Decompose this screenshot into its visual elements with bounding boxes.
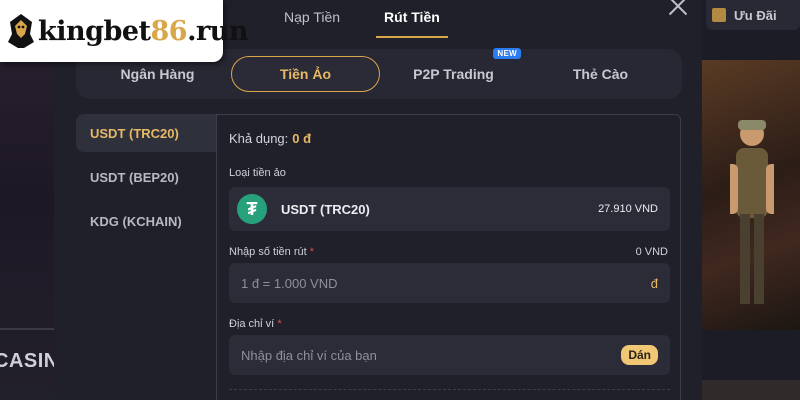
promo-bottom (700, 380, 800, 400)
required-mark: * (277, 318, 282, 330)
divider (0, 328, 60, 330)
tab-p2p-label: P2P Trading (413, 66, 494, 82)
required-mark: * (309, 246, 314, 258)
top-tabs: Nạp Tiền Rút Tiền (284, 0, 448, 38)
tab-crypto[interactable]: Tiền Ảo (231, 56, 380, 92)
new-badge: NEW (493, 48, 521, 59)
brand-main: kingbet (38, 15, 151, 47)
crypto-type-label: Loại tiền ảo (229, 167, 286, 179)
withdraw-form: Khả dụng: 0 đ Loại tiền ảo ₮ USDT (TRC20)… (216, 114, 681, 400)
amount-label-text: Nhập số tiền rút (229, 246, 307, 258)
casino-label: CASIN (0, 350, 59, 372)
promotions-button[interactable]: Ưu Đãi (706, 0, 800, 30)
amount-converted: 0 VND (635, 246, 668, 258)
tab-deposit[interactable]: Nạp Tiền (284, 0, 340, 38)
brand-logo[interactable]: kingbet86.run (0, 0, 248, 62)
lion-icon (6, 11, 36, 51)
currency-suffix: đ (650, 275, 658, 291)
sidebar-item-usdt-bep20[interactable]: USDT (BEP20) (76, 158, 216, 196)
soldier-figure (730, 120, 774, 304)
close-icon[interactable] (666, 0, 690, 18)
tab-scratch-card[interactable]: Thẻ Cào (527, 56, 674, 92)
tab-crypto-label: Tiền Ảo (279, 66, 332, 82)
promotions-label: Ưu Đãi (734, 7, 777, 23)
coin-name: USDT (TRC20) (281, 201, 370, 217)
wallet-label-text: Địa chỉ ví (229, 318, 275, 330)
brand-tail: .run (187, 15, 248, 47)
tab-bank-label: Ngân Hàng (120, 66, 195, 82)
gift-icon (712, 8, 726, 22)
balance-value: 0 đ (292, 131, 312, 146)
wallet-address-input[interactable] (241, 347, 622, 363)
divider (229, 389, 670, 390)
coin-rate: 27.910 VND (598, 203, 658, 215)
brand-accent: 86 (150, 15, 188, 47)
amount-label: Nhập số tiền rút * (229, 246, 314, 258)
brand-name: kingbet86.run (38, 16, 248, 47)
sidebar-item-usdt-trc20[interactable]: USDT (TRC20) (76, 114, 216, 152)
promo-banner[interactable] (700, 60, 800, 330)
amount-input[interactable] (241, 275, 651, 291)
tab-card-label: Thẻ Cào (572, 66, 629, 82)
tether-icon: ₮ (237, 194, 267, 224)
paste-button[interactable]: Dán (621, 345, 658, 365)
wallet-field: Dán (229, 335, 670, 375)
coin-sidebar: USDT (TRC20) USDT (BEP20) KDG (KCHAIN) (76, 114, 216, 246)
coin-selector[interactable]: ₮ USDT (TRC20) 27.910 VND (229, 187, 670, 231)
sidebar-item-kdg-kchain[interactable]: KDG (KCHAIN) (76, 202, 216, 240)
wallet-label: Địa chỉ ví * (229, 318, 282, 330)
tab-p2p-trading[interactable]: P2P Trading NEW (380, 48, 527, 92)
balance-display: Khả dụng: 0 đ (229, 131, 311, 146)
tab-withdraw[interactable]: Rút Tiền (376, 0, 448, 38)
balance-label: Khả dụng: (229, 131, 289, 146)
amount-field: đ (229, 263, 670, 303)
background-right (700, 0, 800, 400)
